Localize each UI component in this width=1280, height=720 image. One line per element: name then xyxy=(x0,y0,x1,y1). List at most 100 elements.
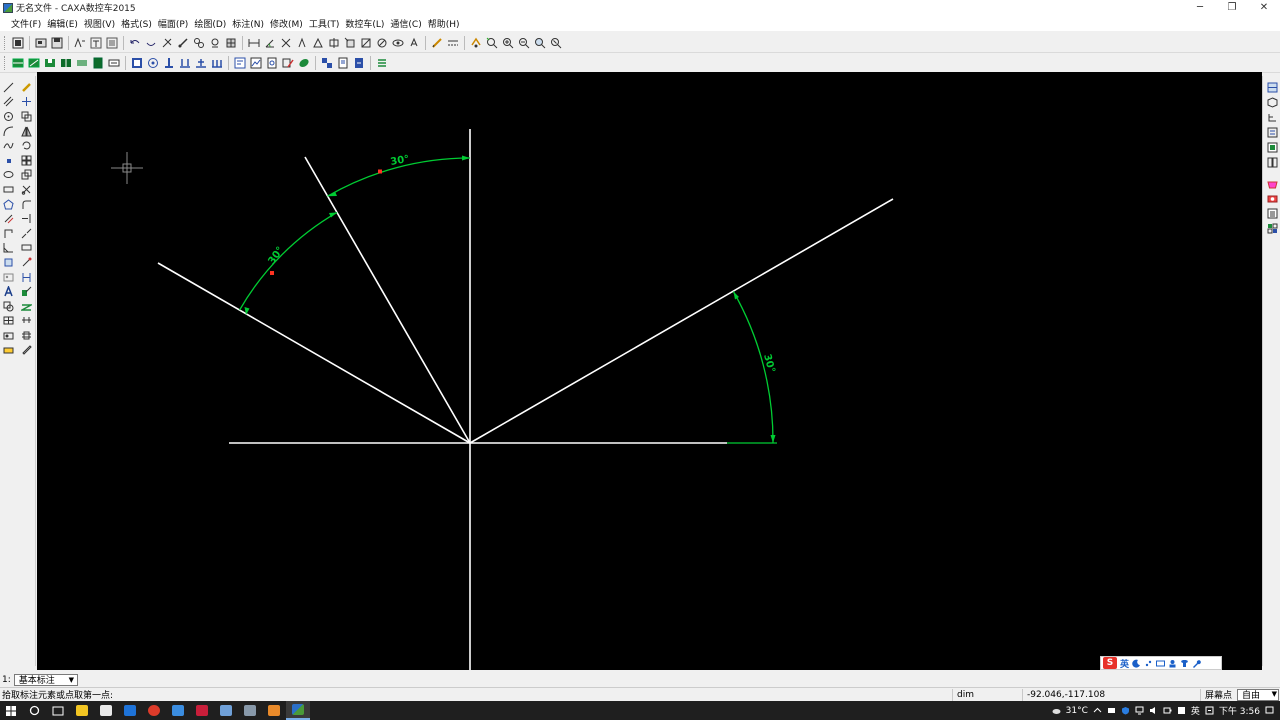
volume-icon[interactable] xyxy=(1149,706,1158,715)
security-icon[interactable] xyxy=(1121,706,1130,715)
roughness-icon[interactable] xyxy=(20,300,32,312)
eraser-icon[interactable] xyxy=(20,81,32,93)
zoom-previous-icon[interactable] xyxy=(549,36,563,50)
layer-manager-icon[interactable] xyxy=(1263,125,1280,140)
arc-icon[interactable] xyxy=(3,125,15,137)
table-icon[interactable] xyxy=(3,315,15,327)
minimize-button[interactable]: ─ xyxy=(1184,0,1216,15)
polyline-icon[interactable] xyxy=(3,227,15,239)
mail-icon[interactable] xyxy=(118,701,142,720)
groove-icon[interactable] xyxy=(43,56,57,70)
rough-turn-icon[interactable] xyxy=(11,56,25,70)
rectangle-icon[interactable] xyxy=(3,183,15,195)
ime-language-toggle[interactable]: 英 xyxy=(1120,657,1129,670)
array-icon[interactable] xyxy=(327,36,341,50)
simulate-icon[interactable] xyxy=(162,56,176,70)
pencil-icon[interactable] xyxy=(20,344,32,356)
break-icon[interactable] xyxy=(20,227,32,239)
polygon-icon[interactable] xyxy=(3,198,15,210)
new-file-icon[interactable] xyxy=(11,36,25,50)
line-120-degree[interactable] xyxy=(304,156,471,444)
ime-logo[interactable]: S xyxy=(1103,657,1117,669)
dimension-edit-icon[interactable] xyxy=(20,286,32,298)
list-icon[interactable] xyxy=(375,56,389,70)
weld-icon[interactable] xyxy=(20,315,32,327)
drawing-svg[interactable]: 30° 30° 30° xyxy=(37,72,1262,670)
fillet-tool-icon[interactable] xyxy=(20,198,32,210)
dimension-mode-select[interactable]: 基本标注 ▼ xyxy=(13,673,78,686)
cube-icon[interactable] xyxy=(1263,95,1280,110)
menu-nc-lathe[interactable]: 数控车(L) xyxy=(342,17,387,30)
windows-start-button[interactable] xyxy=(0,701,22,720)
report-icon[interactable] xyxy=(265,56,279,70)
calculator-icon[interactable] xyxy=(1263,206,1280,221)
app-icon-orange[interactable] xyxy=(262,701,286,720)
file-explorer-icon[interactable] xyxy=(70,701,94,720)
camera-icon[interactable] xyxy=(1263,191,1280,206)
properties-icon[interactable] xyxy=(105,36,119,50)
redo-icon[interactable] xyxy=(144,36,158,50)
menu-sheet[interactable]: 幅面(P) xyxy=(155,17,191,30)
menu-format[interactable]: 格式(S) xyxy=(118,17,155,30)
copy-icon[interactable] xyxy=(176,36,190,50)
menu-annotate[interactable]: 标注(N) xyxy=(229,17,267,30)
action-center-icon[interactable] xyxy=(1177,706,1186,715)
chevron-down-icon[interactable]: ▼ xyxy=(67,675,76,685)
circle-icon[interactable] xyxy=(3,110,15,122)
system-clock[interactable]: 下午 3:56 xyxy=(1219,704,1260,717)
menu-view[interactable]: 视图(V) xyxy=(81,17,118,30)
hole-icon[interactable] xyxy=(279,36,293,50)
zoom-in-icon[interactable] xyxy=(501,36,515,50)
tool-edit-icon[interactable] xyxy=(281,56,295,70)
extend-icon[interactable] xyxy=(20,213,32,225)
menu-draw[interactable]: 绘图(D) xyxy=(191,17,229,30)
image-icon[interactable] xyxy=(3,271,15,283)
thread-icon[interactable] xyxy=(75,56,89,70)
offset-icon[interactable] xyxy=(295,36,309,50)
tree-icon[interactable] xyxy=(1263,110,1280,125)
drill-icon[interactable] xyxy=(59,56,73,70)
match-icon[interactable] xyxy=(208,36,222,50)
angle-dim-top[interactable]: 30° xyxy=(327,154,471,197)
close-button[interactable]: ✕ xyxy=(1248,0,1280,15)
point-mode[interactable]: 屏幕点 xyxy=(1200,688,1237,701)
line-icon[interactable] xyxy=(3,81,15,93)
menu-tools[interactable]: 工具(T) xyxy=(306,17,343,30)
weather-temperature[interactable]: 31°C xyxy=(1066,706,1088,716)
battery-icon[interactable] xyxy=(1163,706,1172,715)
machine-setting-icon[interactable] xyxy=(194,56,208,70)
stretch-icon[interactable] xyxy=(20,242,32,254)
measure-angle-icon[interactable] xyxy=(263,36,277,50)
snap-mode-select[interactable]: 自由 ▼ xyxy=(1237,688,1279,701)
toolbar-grip[interactable] xyxy=(4,55,7,70)
tool-library-icon[interactable] xyxy=(91,56,105,70)
layer-icon[interactable] xyxy=(224,36,238,50)
search-icon[interactable] xyxy=(22,701,46,720)
hatch-icon[interactable] xyxy=(375,36,389,50)
receive-icon[interactable] xyxy=(352,56,366,70)
browser-icon[interactable] xyxy=(166,701,190,720)
part-icon[interactable] xyxy=(3,344,15,356)
undo-icon[interactable] xyxy=(128,36,142,50)
text-style-icon[interactable] xyxy=(89,36,103,50)
tool-path-icon[interactable] xyxy=(107,56,121,70)
process-list-icon[interactable] xyxy=(210,56,224,70)
menu-help[interactable]: 帮助(H) xyxy=(425,17,463,30)
property-panel-icon[interactable] xyxy=(1263,140,1280,155)
library-icon[interactable] xyxy=(3,329,15,341)
library-panel-icon[interactable] xyxy=(1263,155,1280,170)
input-language[interactable]: 英 xyxy=(1191,704,1200,717)
ime-tray-icon[interactable] xyxy=(1205,706,1214,715)
reverse-gcode-icon[interactable] xyxy=(146,56,160,70)
symbol-tool-icon[interactable] xyxy=(3,300,15,312)
scale-icon[interactable] xyxy=(20,169,32,181)
punctuation-icon[interactable] xyxy=(1144,659,1153,668)
finish-turn-icon[interactable] xyxy=(27,56,41,70)
pan-icon[interactable] xyxy=(469,36,483,50)
basket-icon[interactable] xyxy=(1263,176,1280,191)
angle-dim-left[interactable]: 30° xyxy=(239,211,338,315)
transfer-icon[interactable] xyxy=(320,56,334,70)
chart-icon[interactable] xyxy=(249,56,263,70)
chrome-icon[interactable] xyxy=(142,701,166,720)
centerline-icon[interactable] xyxy=(3,213,15,225)
